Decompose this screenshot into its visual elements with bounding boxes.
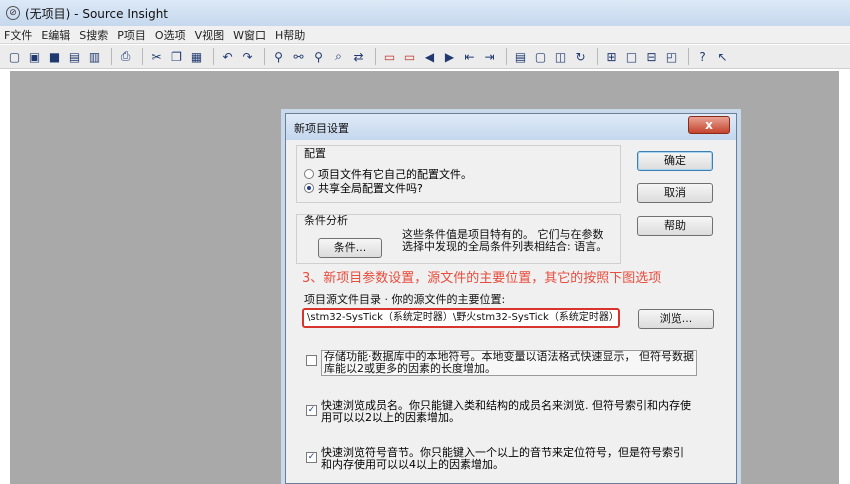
layout-1-icon[interactable]: ⊞: [603, 48, 620, 65]
toolbar-separator: [111, 48, 112, 65]
radio-checked-icon: [304, 183, 314, 193]
redo-icon[interactable]: ↷: [239, 48, 256, 65]
config-group-label: 配置: [304, 147, 326, 160]
menu-project[interactable]: P项目: [117, 27, 146, 43]
app-logo-icon: ⊘: [6, 6, 20, 20]
toolbar-separator: [213, 48, 214, 65]
layout-4-icon[interactable]: ◰: [663, 48, 680, 65]
menu-edit[interactable]: E编辑: [41, 27, 70, 43]
option-local-symbols-text: 存储功能·数据库中的本地符号。本地变量以语法格式快速显示， 但符号数据 库能以2…: [321, 350, 697, 376]
toolbar: ▢ ▣ ■ ▤ ▥ ⎙ ✂ ❐ ▦ ↶ ↷ ⚲ ⚯ ⚲ ⌕ ⇄ ▭ ▭ ◀ ▶ …: [0, 45, 850, 69]
dialog-title: 新项目设置: [294, 122, 349, 135]
symbol-window-icon[interactable]: ▢: [532, 48, 549, 65]
menu-file[interactable]: F文件: [4, 27, 32, 43]
bookmark-icon[interactable]: ▭: [381, 48, 398, 65]
menu-options[interactable]: O选项: [155, 27, 186, 43]
relation-window-icon[interactable]: ↻: [572, 48, 589, 65]
find-files-icon[interactable]: ⚯: [290, 48, 307, 65]
close-button[interactable]: x: [688, 116, 730, 134]
cancel-button[interactable]: 取消: [637, 183, 713, 203]
forward-icon[interactable]: ▶: [441, 48, 458, 65]
ok-button[interactable]: 确定: [637, 151, 713, 171]
layout-3-icon[interactable]: ⊟: [643, 48, 660, 65]
toolbar-separator: [264, 48, 265, 65]
close-file-icon[interactable]: ▥: [86, 48, 103, 65]
save-all-icon[interactable]: ▤: [66, 48, 83, 65]
menu-view[interactable]: V视图: [195, 27, 225, 43]
checkbox-checked-icon: ✓: [306, 452, 317, 463]
window-titlebar: ⊘ (无项目) - Source Insight: [0, 0, 850, 26]
option-symbol-syllables-checkbox[interactable]: ✓ 快速浏览符号音节。你只能键入一个以上的音节来定位符号，但是符号索引 和内存使…: [306, 447, 684, 471]
new-file-icon[interactable]: ▢: [6, 48, 23, 65]
source-dir-label: 项目源文件目录 · 你的源文件的主要位置:: [304, 293, 506, 306]
jump-next-icon[interactable]: ⇥: [481, 48, 498, 65]
conditions-button[interactable]: 条件...: [318, 238, 382, 258]
option-member-names-line2: 用可以以2以上的因素增加。: [321, 411, 460, 424]
browse-button[interactable]: 浏览...: [638, 309, 714, 329]
checkbox-unchecked-icon: [306, 355, 317, 366]
conditions-desc-line2: 选择中发现的全局条件列表相结合: 语言。: [402, 240, 608, 253]
jump-prev-icon[interactable]: ⇤: [461, 48, 478, 65]
toolbar-separator: [375, 48, 376, 65]
option-local-symbols-checkbox[interactable]: 存储功能·数据库中的本地符号。本地变量以语法格式快速显示， 但符号数据 库能以2…: [306, 350, 697, 376]
menu-search[interactable]: S搜索: [79, 27, 108, 43]
option-local-symbols-line2: 库能以2或更多的因素的长度增加。: [324, 362, 496, 375]
save-icon[interactable]: ■: [46, 48, 63, 65]
option-symbol-syllables-line2: 和内存使用可以以4以上的因素增加。: [321, 458, 504, 471]
toolbar-separator: [142, 48, 143, 65]
radio-unchecked-icon: [304, 169, 314, 179]
config-option-shared-label: 共享全局配置文件吗?: [318, 182, 423, 195]
print-icon[interactable]: ⎙: [117, 48, 134, 65]
project-window-icon[interactable]: ▤: [512, 48, 529, 65]
window-title: (无项目) - Source Insight: [25, 6, 169, 21]
find-next-icon[interactable]: ⚲: [310, 48, 327, 65]
option-member-names-text: 快速浏览成员名。你只能键入类和结构的成员名来浏览. 但符号索引和内存使 用可以以…: [321, 400, 691, 424]
dialog-titlebar: 新项目设置 x: [286, 114, 736, 140]
tutorial-annotation: 3、新项目参数设置，源文件的主要位置，其它的按照下图选项: [302, 271, 662, 286]
new-project-settings-dialog: 新项目设置 x 配置 项目文件有它自己的配置文件。 共享全局配置文件吗? 确定 …: [285, 113, 737, 484]
find-icon[interactable]: ⚲: [270, 48, 287, 65]
whats-this-icon[interactable]: ↖: [714, 48, 731, 65]
option-member-names-checkbox[interactable]: ✓ 快速浏览成员名。你只能键入类和结构的成员名来浏览. 但符号索引和内存使 用可…: [306, 400, 691, 424]
paste-icon[interactable]: ▦: [188, 48, 205, 65]
toolbar-separator: [597, 48, 598, 65]
open-folder-icon[interactable]: ▣: [26, 48, 43, 65]
bookmark-list-icon[interactable]: ▭: [401, 48, 418, 65]
replace-icon[interactable]: ⇄: [350, 48, 367, 65]
option-symbol-syllables-text: 快速浏览符号音节。你只能键入一个以上的音节来定位符号，但是符号索引 和内存使用可…: [321, 447, 684, 471]
menu-help[interactable]: H帮助: [275, 27, 305, 43]
back-icon[interactable]: ◀: [421, 48, 438, 65]
menu-window[interactable]: W窗口: [233, 27, 266, 43]
config-option-shared-radio[interactable]: 共享全局配置文件吗?: [304, 180, 423, 196]
toolbar-separator: [506, 48, 507, 65]
conditions-group-label: 条件分析: [304, 214, 348, 227]
undo-icon[interactable]: ↶: [219, 48, 236, 65]
copy-icon[interactable]: ❐: [168, 48, 185, 65]
cut-icon[interactable]: ✂: [148, 48, 165, 65]
help-button[interactable]: 帮助: [637, 216, 713, 236]
help-icon[interactable]: ?: [694, 48, 711, 65]
checkbox-checked-icon: ✓: [306, 405, 317, 416]
lookup-icon[interactable]: ⌕: [330, 48, 347, 65]
context-window-icon[interactable]: ◫: [552, 48, 569, 65]
toolbar-separator: [688, 48, 689, 65]
menubar: F文件 E编辑 S搜索 P项目 O选项 V视图 W窗口 H帮助: [0, 26, 850, 44]
source-dir-input[interactable]: \stm32-SysTick（系统定时器）\野火stm32-SysTick（系统…: [302, 308, 620, 328]
layout-2-icon[interactable]: □: [623, 48, 640, 65]
